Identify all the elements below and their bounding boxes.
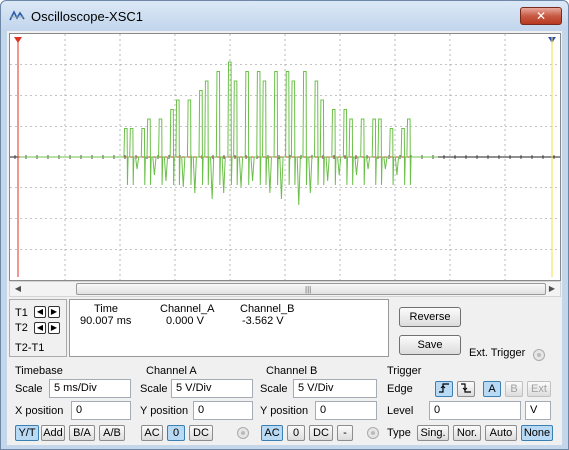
trigger-group: Trigger Edge A B Ext Level 0 V Type Sing… bbox=[387, 365, 559, 443]
horizontal-scrollbar[interactable]: ◀ ||| ▶ bbox=[9, 281, 561, 297]
rising-edge-icon[interactable] bbox=[435, 381, 453, 397]
type-label: Type bbox=[387, 427, 411, 439]
trigger-level-field[interactable]: 0 bbox=[429, 401, 521, 420]
timebase-scale-field[interactable]: 5 ms/Div bbox=[49, 379, 131, 398]
level-label: Level bbox=[387, 405, 414, 417]
timebase-title: Timebase bbox=[15, 365, 63, 377]
channel-b-dc-button[interactable]: DC bbox=[309, 425, 333, 441]
grip-icon: ||| bbox=[305, 285, 312, 294]
timebase-group: Timebase Scale 5 ms/Div X position 0 Y/T… bbox=[7, 365, 135, 443]
channel-a-zero-button[interactable]: 0 bbox=[167, 425, 185, 441]
t1-time-value: 90.007 ms bbox=[80, 315, 132, 327]
mode-add-button[interactable]: Add bbox=[41, 425, 65, 441]
scope-screen bbox=[10, 34, 560, 280]
channel-a-scale-label: Scale bbox=[140, 383, 168, 395]
close-button[interactable]: ✕ bbox=[520, 7, 562, 25]
channel-a-trace bbox=[20, 61, 438, 206]
measurement-readout: Time Channel_A Channel_B 90.007 ms 0.000… bbox=[69, 299, 389, 357]
t1-channel-b-value: -3.562 V bbox=[242, 315, 284, 327]
falling-edge-icon[interactable] bbox=[457, 381, 475, 397]
title-bar[interactable]: Oscilloscope-XSC1 ✕ bbox=[1, 1, 568, 31]
channel-a-dc-button[interactable]: DC bbox=[189, 425, 213, 441]
channel-b-minus-button[interactable]: - bbox=[337, 425, 353, 441]
x-position-label: X position bbox=[15, 405, 64, 417]
channel-a-scale-field[interactable]: 5 V/Div bbox=[171, 379, 253, 398]
mode-ba-button[interactable]: B/A bbox=[69, 425, 95, 441]
trigger-type-auto-button[interactable]: Auto bbox=[485, 425, 517, 441]
channel-b-title: Channel B bbox=[266, 365, 318, 377]
trigger-type-single-button[interactable]: Sing. bbox=[417, 425, 449, 441]
window-title: Oscilloscope-XSC1 bbox=[31, 9, 143, 24]
trigger-source-b-button[interactable]: B bbox=[505, 381, 523, 397]
channel-b-terminal[interactable] bbox=[367, 427, 379, 439]
channel-b-y-position-field[interactable]: 0 bbox=[315, 401, 377, 420]
scope-display[interactable] bbox=[9, 33, 561, 281]
edge-label: Edge bbox=[387, 383, 413, 395]
trigger-level-unit[interactable]: V bbox=[525, 401, 551, 420]
reverse-button[interactable]: Reverse bbox=[399, 307, 461, 327]
channel-b-group: Channel B Scale 5 V/Div Y position 0 AC … bbox=[257, 365, 387, 443]
channel-a-group: Channel A Scale 5 V/Div Y position 0 AC … bbox=[137, 365, 257, 443]
trigger-source-a-button[interactable]: A bbox=[483, 381, 501, 397]
t2-right-arrow-icon[interactable]: ▶ bbox=[48, 322, 60, 334]
channel-a-y-position-field[interactable]: 0 bbox=[193, 401, 253, 420]
t1-left-arrow-icon[interactable]: ◀ bbox=[34, 306, 46, 318]
t1-right-arrow-icon[interactable]: ▶ bbox=[48, 306, 60, 318]
t1-channel-a-value: 0.000 V bbox=[166, 315, 204, 327]
oscilloscope-app-icon bbox=[9, 10, 25, 21]
time-header: Time bbox=[94, 303, 119, 315]
save-button[interactable]: Save bbox=[399, 335, 461, 355]
channel-b-y-position-label: Y position bbox=[260, 405, 309, 417]
mode-ab-button[interactable]: A/B bbox=[99, 425, 125, 441]
cursor-controls: T1 ◀ ▶ T2 ◀ ▶ T2-T1 bbox=[9, 299, 67, 357]
channel-b-zero-button[interactable]: 0 bbox=[287, 425, 305, 441]
t2-t1-label: T2-T1 bbox=[15, 342, 45, 354]
mode-yt-button[interactable]: Y/T bbox=[15, 425, 39, 441]
trigger-source-ext-button[interactable]: Ext bbox=[527, 381, 551, 397]
x-position-field[interactable]: 0 bbox=[71, 401, 131, 420]
channel-b-scale-label: Scale bbox=[260, 383, 288, 395]
trigger-type-none-button[interactable]: None bbox=[521, 425, 553, 441]
channel-a-y-position-label: Y position bbox=[140, 405, 189, 417]
channel-b-header: Channel_B bbox=[240, 303, 295, 315]
t2-label: T2 bbox=[15, 322, 28, 334]
channel-b-scale-field[interactable]: 5 V/Div bbox=[293, 379, 377, 398]
t2-left-arrow-icon[interactable]: ◀ bbox=[34, 322, 46, 334]
window-content: ◀ ||| ▶ T1 ◀ ▶ T2 ◀ ▶ T2-T1 Time Channel… bbox=[7, 31, 562, 445]
scroll-right-icon[interactable]: ▶ bbox=[544, 282, 560, 296]
scroll-thumb[interactable]: ||| bbox=[76, 283, 546, 295]
channel-a-header: Channel_A bbox=[160, 303, 215, 315]
channel-a-title: Channel A bbox=[146, 365, 197, 377]
scroll-left-icon[interactable]: ◀ bbox=[10, 282, 26, 296]
channel-a-terminal[interactable] bbox=[237, 427, 249, 439]
timebase-scale-label: Scale bbox=[15, 383, 43, 395]
trigger-type-normal-button[interactable]: Nor. bbox=[453, 425, 481, 441]
channel-a-waveform bbox=[20, 61, 438, 206]
trigger-title: Trigger bbox=[387, 365, 422, 377]
ext-trigger-label: Ext. Trigger bbox=[469, 347, 526, 359]
channel-b-ac-button[interactable]: AC bbox=[261, 425, 283, 441]
oscilloscope-window: Oscilloscope-XSC1 ✕ ◀ ||| ▶ T1 ◀ ▶ T2 ◀ … bbox=[0, 0, 569, 450]
t1-label: T1 bbox=[15, 307, 28, 319]
channel-a-ac-button[interactable]: AC bbox=[141, 425, 163, 441]
ext-trigger-terminal[interactable] bbox=[533, 349, 545, 361]
